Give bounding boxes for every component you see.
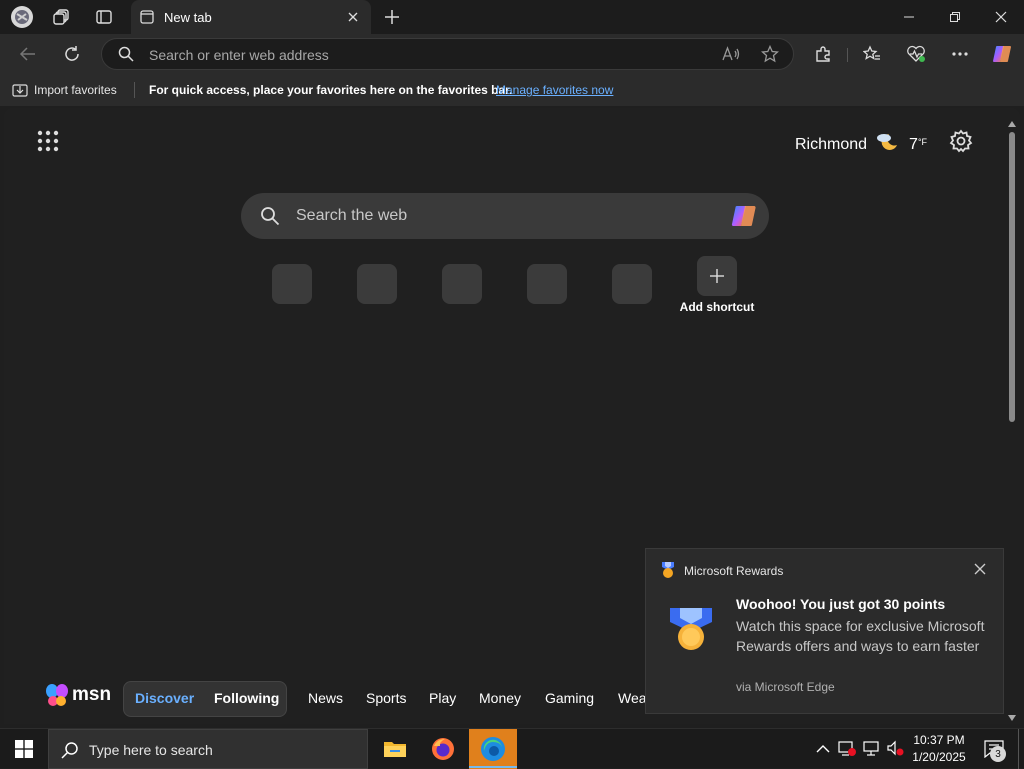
- import-favorites-button[interactable]: Import favorites: [12, 82, 117, 98]
- search-icon: [260, 206, 280, 231]
- firefox-button[interactable]: [419, 729, 467, 769]
- clock-date[interactable]: 1/20/2025: [909, 750, 969, 764]
- category-gaming[interactable]: Gaming: [545, 690, 594, 706]
- web-search-input[interactable]: Search the web: [296, 207, 407, 225]
- new-tab-button[interactable]: [378, 4, 406, 30]
- taskbar-search-input[interactable]: Type here to search: [89, 742, 213, 758]
- apps-launcher-icon[interactable]: [36, 129, 60, 158]
- weather-temperature: 7: [909, 135, 918, 153]
- category-news[interactable]: News: [308, 690, 343, 706]
- profile-avatar[interactable]: [8, 4, 36, 30]
- import-favorites-label: Import favorites: [34, 83, 117, 97]
- category-weather[interactable]: Wea: [618, 690, 647, 706]
- shortcut-tile[interactable]: [442, 264, 482, 304]
- folder-icon: [384, 742, 406, 757]
- web-search-box[interactable]: Search the web: [241, 193, 769, 239]
- scroll-thumb[interactable]: [1009, 132, 1015, 422]
- favorites-message: For quick access, place your favorites h…: [149, 83, 513, 97]
- taskbar-search-box[interactable]: Type here to search: [48, 729, 368, 769]
- rewards-toast-notification[interactable]: Microsoft Rewards Woohoo! You just got 3…: [645, 548, 1004, 714]
- network-icon[interactable]: [862, 739, 880, 762]
- file-explorer-button[interactable]: [371, 729, 419, 769]
- show-desktop-button[interactable]: [1018, 729, 1024, 769]
- title-bar: New tab: [0, 0, 1024, 34]
- minimize-button[interactable]: [886, 0, 932, 34]
- navigation-bar: Search or enter web address: [0, 34, 1024, 74]
- search-icon: [61, 741, 79, 764]
- edge-button[interactable]: [469, 729, 517, 769]
- toast-body: Watch this space for exclusive Microsoft…: [736, 618, 985, 654]
- category-play[interactable]: Play: [429, 690, 456, 706]
- tab-discover[interactable]: Discover: [135, 690, 194, 706]
- toast-source: via Microsoft Edge: [736, 680, 835, 694]
- msn-brand: msn: [72, 684, 112, 705]
- weather-widget[interactable]: Richmond 7 °F: [795, 131, 927, 158]
- shortcut-tile[interactable]: [357, 264, 397, 304]
- favorites-icon[interactable]: [856, 38, 888, 70]
- address-input[interactable]: Search or enter web address: [149, 47, 329, 63]
- toolbar-divider: [847, 48, 848, 62]
- read-aloud-icon[interactable]: [722, 46, 740, 67]
- back-button[interactable]: [12, 38, 44, 70]
- restore-button[interactable]: [932, 0, 978, 34]
- msn-logo[interactable]: msn: [44, 682, 111, 708]
- notification-count-badge: 3: [990, 746, 1006, 762]
- refresh-button[interactable]: [56, 38, 88, 70]
- favorite-star-icon[interactable]: [760, 44, 780, 68]
- start-button[interactable]: [0, 729, 48, 769]
- vertical-tabs-icon[interactable]: [90, 4, 118, 30]
- shortcut-tile[interactable]: [272, 264, 312, 304]
- favorites-bar: Import favorites For quick access, place…: [0, 74, 1024, 106]
- rewards-medal-icon: [666, 604, 716, 659]
- page-settings-icon[interactable]: [949, 129, 973, 158]
- close-tab-icon[interactable]: [345, 9, 361, 30]
- manage-favorites-link[interactable]: Manage favorites now: [496, 83, 613, 97]
- add-shortcut-button[interactable]: [697, 256, 737, 296]
- address-bar[interactable]: Search or enter web address: [101, 38, 794, 70]
- msn-butterfly-icon: [46, 684, 68, 706]
- page-scrollbar[interactable]: [1004, 112, 1020, 722]
- edge-icon: [481, 737, 505, 761]
- copilot-icon[interactable]: [729, 202, 759, 235]
- plus-icon: [710, 269, 724, 283]
- shortcut-tile[interactable]: [527, 264, 567, 304]
- scroll-down-icon[interactable]: [1008, 708, 1016, 726]
- page-icon: [139, 9, 155, 30]
- close-toast-icon[interactable]: [973, 562, 987, 581]
- more-options-icon[interactable]: [944, 38, 976, 70]
- firefox-icon: [432, 738, 454, 760]
- toast-title: Woohoo! You just got 30 points: [736, 596, 946, 612]
- tab-title: New tab: [164, 10, 212, 25]
- browser-essentials-icon[interactable]: [900, 38, 932, 70]
- workspaces-icon[interactable]: [48, 4, 76, 30]
- volume-muted-icon[interactable]: [886, 739, 904, 762]
- extensions-icon[interactable]: [807, 38, 839, 70]
- rewards-medal-small-icon: [660, 561, 676, 584]
- shortcut-tile[interactable]: [612, 264, 652, 304]
- weather-unit: °F: [917, 136, 928, 147]
- windows-icon: [15, 740, 33, 758]
- security-alert-icon[interactable]: [838, 739, 856, 762]
- clock-time[interactable]: 10:37 PM: [909, 733, 969, 747]
- tab-new-tab[interactable]: New tab: [131, 0, 371, 34]
- weather-city: Richmond: [795, 135, 868, 153]
- tab-following[interactable]: Following: [214, 690, 279, 706]
- close-window-button[interactable]: [978, 0, 1024, 34]
- moon-cloud-icon: [875, 131, 901, 158]
- add-shortcut-label: Add shortcut: [679, 300, 755, 314]
- toast-app-name: Microsoft Rewards: [684, 564, 784, 578]
- taskbar: Type here to search 10:37 PM 1/20/2025 3: [0, 728, 1024, 769]
- category-sports[interactable]: Sports: [366, 690, 406, 706]
- copilot-icon[interactable]: [986, 38, 1018, 70]
- category-money[interactable]: Money: [479, 690, 521, 706]
- show-hidden-icons-chevron[interactable]: [816, 741, 830, 759]
- notification-center-button[interactable]: 3: [978, 729, 1012, 769]
- search-icon: [118, 46, 134, 67]
- import-icon: [12, 84, 28, 97]
- scroll-up-icon[interactable]: [1008, 114, 1016, 132]
- favorites-divider: [134, 82, 135, 98]
